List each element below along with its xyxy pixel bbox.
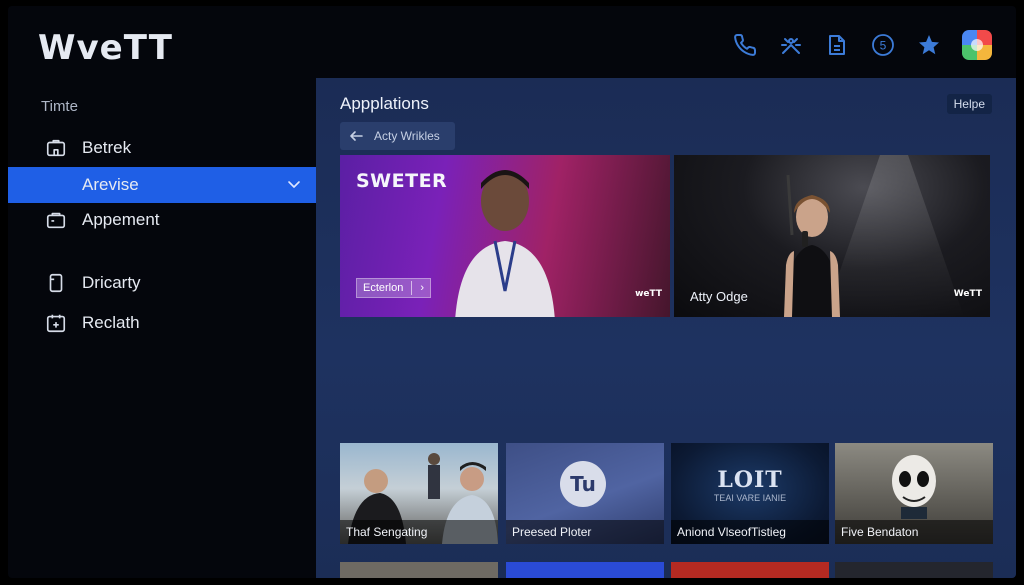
thumbnail-1[interactable]: Thaf Sengating (340, 443, 498, 544)
back-button[interactable]: Acty Wrikles (340, 122, 455, 150)
page-title: Appplations (340, 94, 429, 113)
help-button[interactable]: Helpe (946, 94, 992, 114)
sidebar-item-label: Reclath (82, 313, 140, 332)
sidebar-item-label: Appement (82, 210, 160, 229)
thumbnail-caption: Preesed Ploter (506, 520, 664, 544)
main-panel: Appplations Helpe Acty Wrikles SWETER Ec… (316, 78, 1016, 578)
chevron-right-icon: › (420, 282, 425, 294)
thumbnail-2[interactable]: Tu Preesed Ploter (506, 443, 664, 544)
hero-watermark: WeTT (953, 289, 982, 299)
hero-card-1[interactable]: SWETER Ecterlon › weTT (340, 155, 670, 317)
badge-5-icon[interactable]: 5 (870, 32, 896, 58)
phone-icon[interactable] (732, 32, 758, 58)
calendar-icon (44, 311, 68, 335)
thumbnail-3[interactable]: LOIT TEAI VARE IANIE Aniond VlseofTistie… (671, 443, 829, 544)
arrow-left-icon (350, 131, 363, 141)
phone-device-icon (44, 271, 68, 295)
person-image (455, 170, 555, 317)
thumbnail-title: LOIT (717, 467, 783, 493)
chevron-down-icon (286, 176, 302, 192)
skull-mask-image (892, 455, 936, 519)
sidebar: Timte Betrek Arevise Appement Dricarty R… (8, 84, 316, 578)
hero-pill-label: Ecterlon (363, 282, 404, 294)
sidebar-item-label: Betrek (82, 138, 132, 157)
header-icons: 5 (732, 30, 992, 60)
briefcase-icon (44, 136, 68, 160)
sidebar-item-dricarty[interactable]: Dricarty (8, 265, 316, 301)
channel-logo: Tu (560, 461, 606, 507)
hero-watermark: weTT (635, 289, 662, 299)
badge-number: 5 (880, 39, 887, 53)
sidebar-section-label: Timte (41, 98, 78, 115)
singer-image (784, 175, 840, 317)
sidebar-item-appement[interactable]: Appement (8, 202, 316, 238)
hero-pill-button[interactable]: Ecterlon › (356, 278, 432, 298)
next-row-thumbnail[interactable] (340, 562, 498, 578)
app-logo: WveTT (38, 28, 173, 68)
hero-caption: Atty Odge (690, 289, 748, 304)
folder-icon (44, 208, 68, 232)
thumbnail-4[interactable]: Five Bendaton (835, 443, 993, 544)
sidebar-item-betrek[interactable]: Betrek (8, 130, 316, 166)
sidebar-item-label: Arevise (82, 175, 139, 194)
next-row-thumbnail[interactable] (835, 562, 993, 578)
next-row-thumbnail[interactable] (506, 562, 664, 578)
tv-screen: WveTT 5 Timte Betrek Arevise Appement Dr… (8, 6, 1016, 578)
back-button-label: Acty Wrikles (374, 129, 440, 143)
sidebar-item-arevise[interactable]: Arevise (8, 167, 316, 203)
thumbnail-caption: Thaf Sengating (340, 520, 498, 544)
document-icon[interactable] (824, 32, 850, 58)
sidebar-item-label: Dricarty (82, 273, 141, 292)
broadcast-icon[interactable] (778, 32, 804, 58)
sidebar-item-reclath[interactable]: Reclath (8, 305, 316, 341)
hero-brand: SWETER (356, 170, 448, 192)
next-row-thumbnail[interactable] (671, 562, 829, 578)
star-icon[interactable] (916, 32, 942, 58)
thumbnail-caption: Five Bendaton (835, 520, 993, 544)
thumbnail-caption: Aniond VlseofTistieg (671, 520, 829, 544)
app-tile-icon[interactable] (962, 30, 992, 60)
hero-card-2[interactable]: Atty Odge WeTT (674, 155, 990, 317)
thumbnail-subtitle: TEAI VARE IANIE (713, 493, 787, 503)
